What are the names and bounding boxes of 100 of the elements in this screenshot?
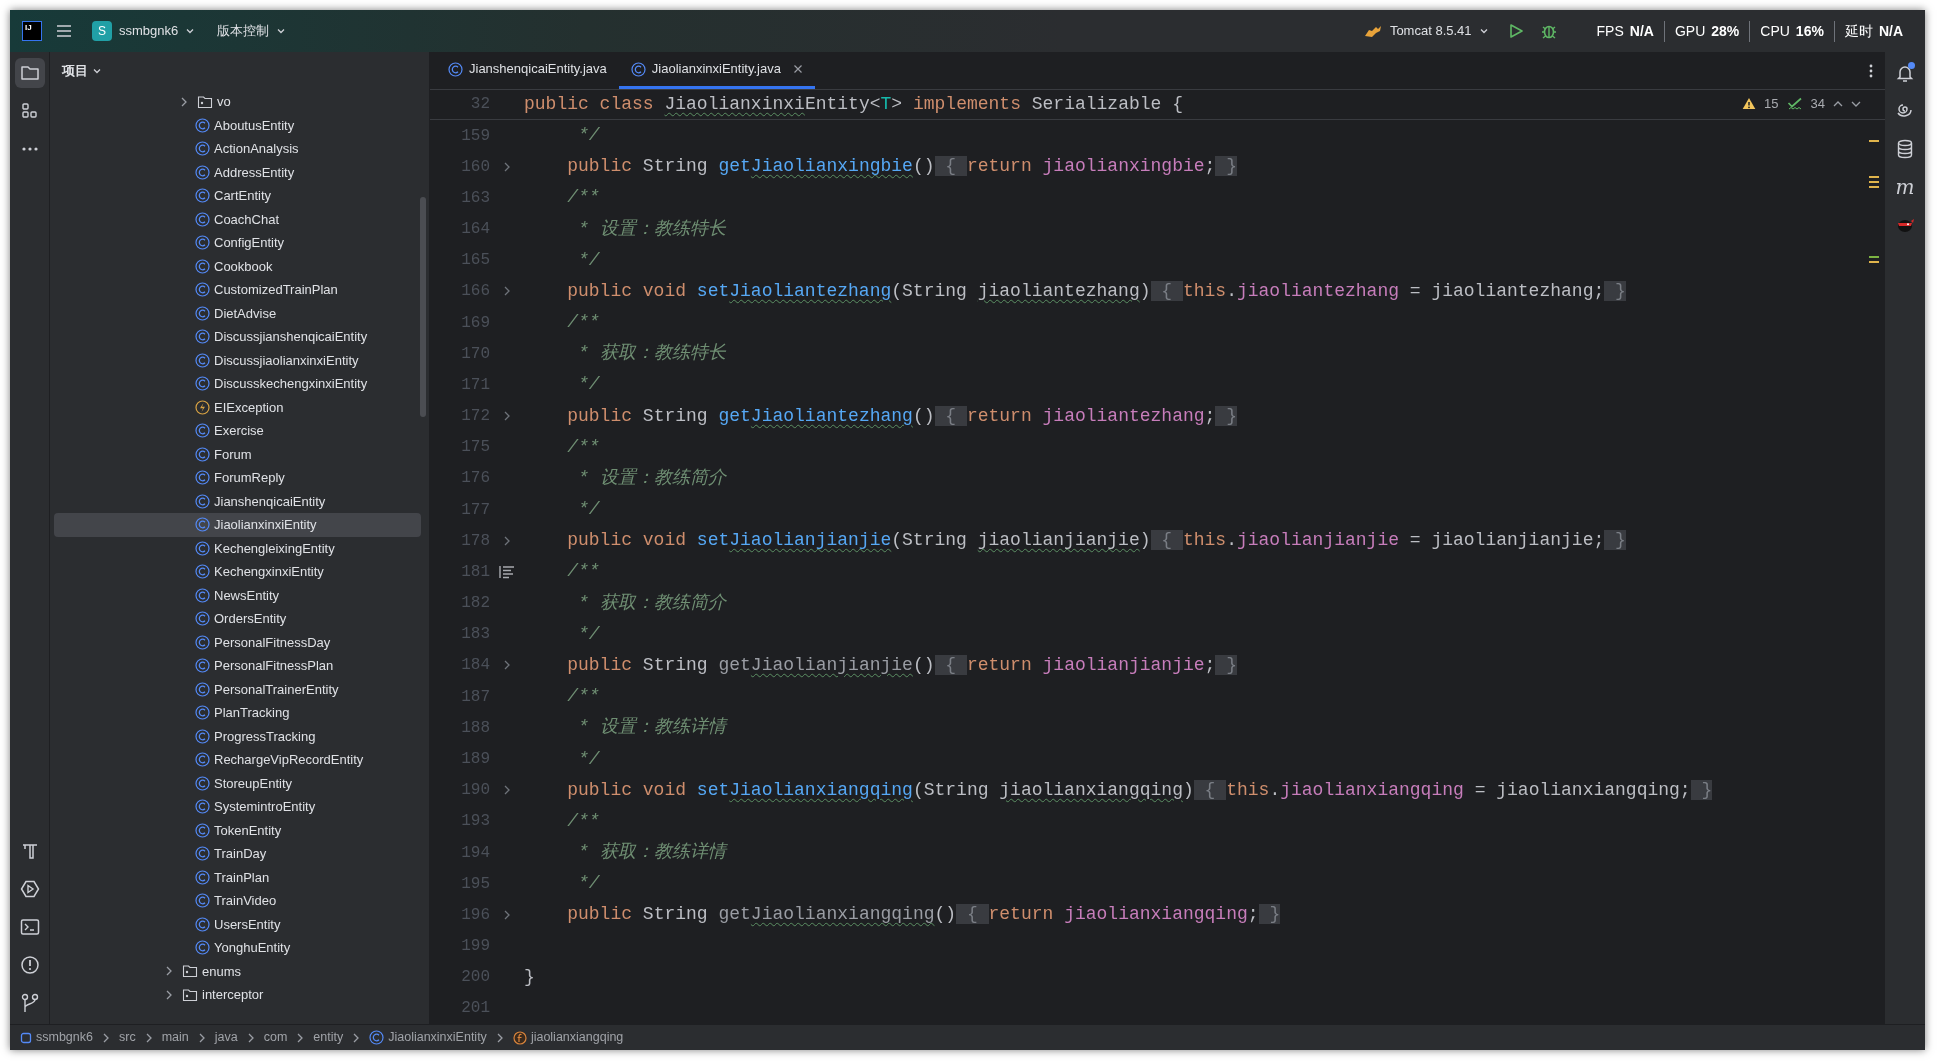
method-icon <box>512 1030 527 1045</box>
chevron-up-icon[interactable] <box>1833 99 1843 108</box>
tree-item[interactable]: RechargeVipRecordEntity <box>54 748 421 772</box>
chevron-down-icon[interactable] <box>1851 99 1861 108</box>
class-icon <box>195 376 210 392</box>
project-panel-title[interactable]: 项目 <box>62 61 102 81</box>
code-line: */ <box>577 373 600 397</box>
fold-icon[interactable] <box>502 410 512 423</box>
bell-icon <box>1895 63 1915 83</box>
code-line: */ <box>577 498 600 522</box>
fold-icon[interactable] <box>502 160 512 173</box>
tree-item[interactable]: interceptor <box>54 983 421 1007</box>
code-line: public void setJiaolianjianjie(String jiaolianjianjie) { this.jiaolianjianjie = jiaolianjianjie; } <box>566 529 1626 553</box>
tree-item[interactable]: UsersEntity <box>54 912 421 936</box>
tree-item[interactable]: JianshenqicaiEntity <box>54 489 421 513</box>
class-icon <box>195 164 210 180</box>
breadcrumb[interactable]: JiaolianxinxiEntity <box>369 1028 487 1047</box>
monitor-value: N/A <box>1878 21 1903 41</box>
class-icon <box>369 1030 385 1045</box>
tree-item[interactable]: KechengleixingEntity <box>54 536 421 560</box>
chevron-icon[interactable] <box>179 95 189 108</box>
tree-item[interactable]: EIException <box>54 395 421 419</box>
tree-item[interactable]: PlanTracking <box>54 701 421 725</box>
tree-item[interactable]: CartEntity <box>54 184 421 208</box>
more-icon <box>1868 62 1874 79</box>
tree-item[interactable]: PersonalFitnessDay <box>54 630 421 654</box>
code-line: */ <box>577 248 600 272</box>
scrollbar[interactable] <box>420 197 426 417</box>
code-line: public String getJiaolianjianjie() { return jiaolianjianjie; } <box>566 653 1237 677</box>
fold-icon[interactable] <box>502 285 512 298</box>
code-line: /** <box>566 560 600 584</box>
tree-item[interactable]: AddressEntity <box>54 160 421 184</box>
lines-icon[interactable] <box>498 564 516 579</box>
tree-item[interactable]: TrainDay <box>54 842 421 866</box>
tree-item[interactable]: JiaolianxinxiEntity <box>54 513 421 537</box>
editor-tab[interactable]: JianshenqicaiEntity.java <box>436 52 619 89</box>
class-icon <box>195 493 210 509</box>
tree-item[interactable]: StoreupEntity <box>54 771 421 795</box>
tree-item[interactable]: vo <box>54 90 421 114</box>
tree-item[interactable]: Exercise <box>54 419 421 443</box>
breadcrumb[interactable]: jiaolianxiangqing <box>512 1028 624 1047</box>
code-line: public String getJiaoliantezhang() { return jiaoliantezhang; } <box>566 404 1237 428</box>
class-icon <box>195 211 210 227</box>
vcs-menu[interactable]: 版本控制 <box>211 18 293 44</box>
tree-item[interactable]: DiscussjiaolianxinxiEntity <box>54 348 421 372</box>
tool-window-button[interactable] <box>14 58 45 88</box>
tree-item[interactable]: YonghuEntity <box>54 936 421 960</box>
class-icon <box>630 61 646 77</box>
tree-item[interactable]: CustomizedTrainPlan <box>54 278 421 302</box>
editor-tab[interactable]: JiaolianxinxiEntity.java <box>618 52 815 89</box>
close-icon[interactable] <box>792 64 803 74</box>
tree-item[interactable]: NewsEntity <box>54 583 421 607</box>
breadcrumb[interactable]: com <box>263 1028 288 1047</box>
tree-item[interactable]: enums <box>54 959 421 983</box>
run-config-selector[interactable]: Tomcat 8.5.41 <box>1356 18 1495 44</box>
class-icon <box>195 681 210 697</box>
tree-item[interactable]: TrainVideo <box>54 889 421 913</box>
tree-item[interactable]: DiscusskechengxinxiEntity <box>54 372 421 396</box>
warning-icon <box>1742 97 1757 111</box>
tree-item[interactable]: CoachChat <box>54 207 421 231</box>
breadcrumb[interactable]: src <box>119 1028 136 1047</box>
breadcrumb[interactable]: main <box>161 1028 189 1047</box>
tree-item[interactable]: Forum <box>54 442 421 466</box>
fold-icon[interactable] <box>502 534 512 547</box>
tree-item[interactable]: DiscussjianshenqicaiEntity <box>54 325 421 349</box>
tree-item[interactable]: SystemintroEntity <box>54 795 421 819</box>
chevron-icon[interactable] <box>164 965 174 978</box>
breadcrumb[interactable]: java <box>214 1028 238 1047</box>
tree-item[interactable]: TokenEntity <box>54 818 421 842</box>
breadcrumb[interactable]: entity <box>313 1028 344 1047</box>
class-icon <box>195 940 210 956</box>
fold-icon[interactable] <box>502 784 512 797</box>
class-icon <box>195 470 210 486</box>
class-icon <box>448 61 463 77</box>
cat-icon <box>1362 24 1383 38</box>
monitor-value: N/A <box>1629 21 1654 41</box>
project-switcher[interactable]: S ssmbgnk6 <box>86 18 202 44</box>
folder-icon <box>182 987 198 1002</box>
play-icon <box>19 880 40 898</box>
tree-item[interactable]: OrdersEntity <box>54 607 421 631</box>
app-logo: IJ <box>22 21 42 41</box>
tree-item[interactable]: ProgressTracking <box>54 724 421 748</box>
chevron-icon[interactable] <box>164 988 174 1001</box>
tree-item[interactable]: DietAdvise <box>54 301 421 325</box>
breadcrumb[interactable]: ssmbgnk6 <box>20 1028 93 1047</box>
tree-item[interactable]: KechengxinxiEntity <box>54 560 421 584</box>
tree-item[interactable]: ConfigEntity <box>54 231 421 255</box>
monitor-label: GPU <box>1674 21 1706 41</box>
class-icon <box>195 775 210 791</box>
tree-item[interactable]: PersonalFitnessPlan <box>54 654 421 678</box>
spiral-icon <box>1895 102 1915 120</box>
fold-icon[interactable] <box>502 908 512 921</box>
fold-icon[interactable] <box>502 659 512 672</box>
tree-item[interactable]: AboutusEntity <box>54 113 421 137</box>
tree-item[interactable]: ForumReply <box>54 466 421 490</box>
tree-item[interactable]: ActionAnalysis <box>54 137 421 161</box>
code-line: */ <box>577 872 600 896</box>
tree-item[interactable]: PersonalTrainerEntity <box>54 677 421 701</box>
tree-item[interactable]: TrainPlan <box>54 865 421 889</box>
tree-item[interactable]: Cookbook <box>54 254 421 278</box>
